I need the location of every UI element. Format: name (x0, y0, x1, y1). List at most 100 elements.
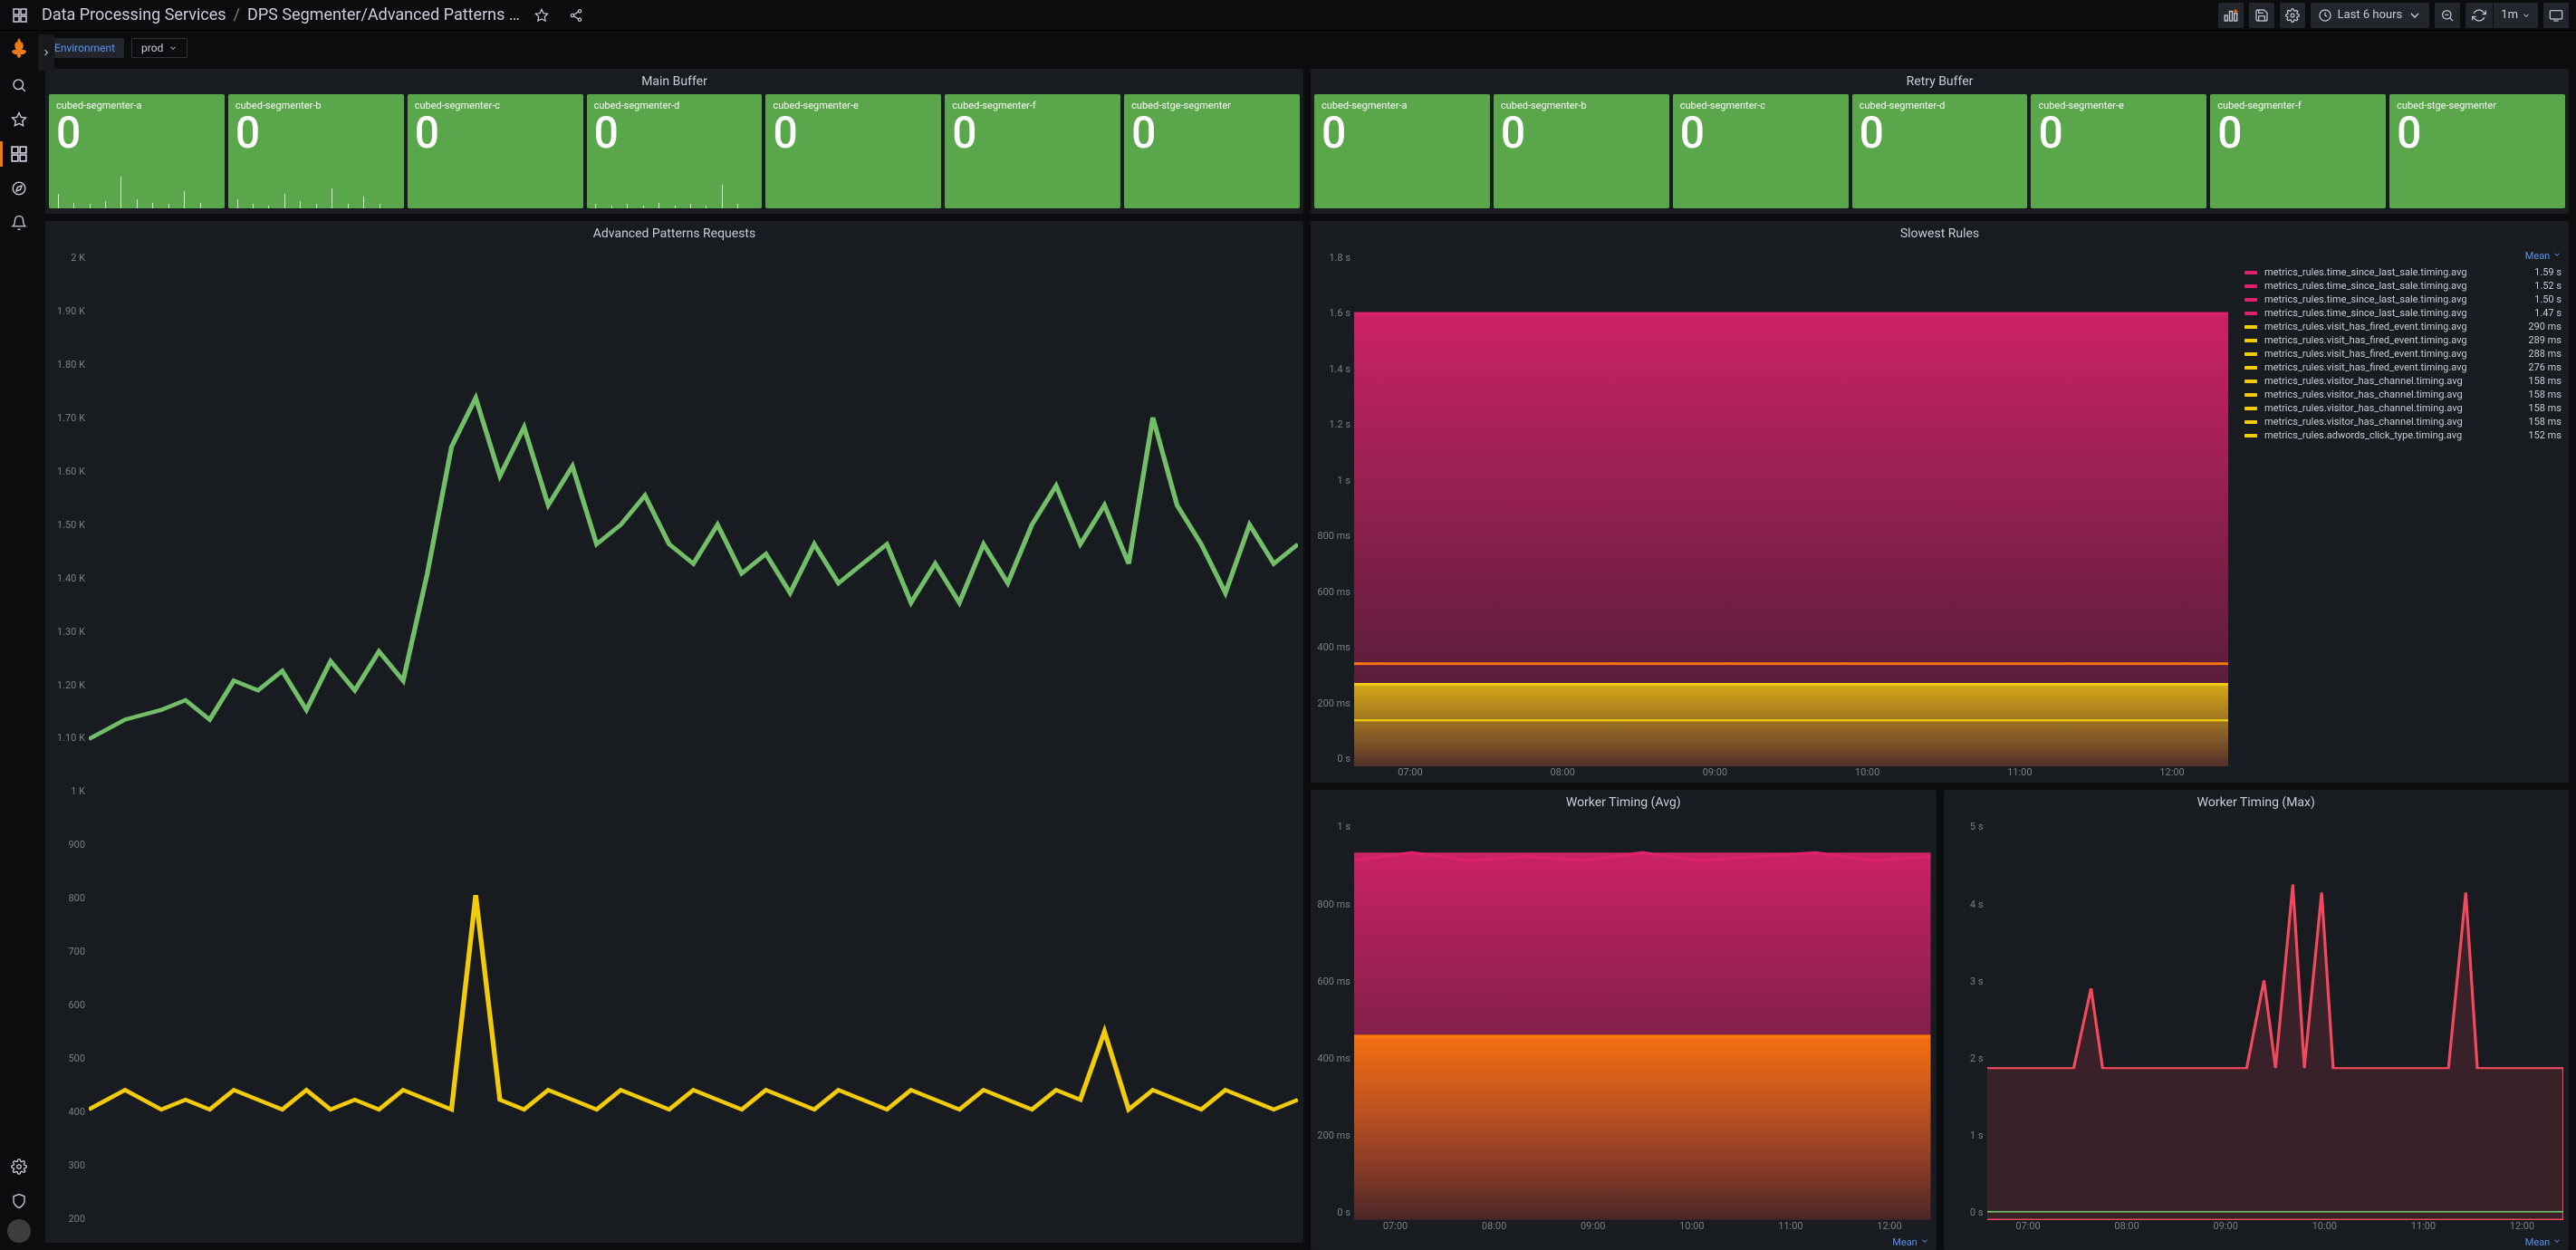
plot-area[interactable] (89, 252, 1298, 1243)
legend-row[interactable]: metrics_rules.visitor_has_channel.timing… (2244, 374, 2562, 388)
legend-swatch (2244, 380, 2257, 383)
legend-name: metrics_rules.visit_has_fired_event.timi… (2264, 348, 2521, 360)
y-axis: 1.8 s1.6 s1.4 s1.2 s1 s800 ms600 ms400 m… (1311, 246, 1354, 783)
nav-alerting-icon[interactable] (3, 207, 35, 239)
stat-tile[interactable]: cubed-segmenter-c0 (1673, 94, 1849, 208)
stat-tile[interactable]: cubed-segmenter-b0 (1494, 94, 1669, 208)
nav-explore-icon[interactable] (3, 172, 35, 205)
stat-tile[interactable]: cubed-segmenter-b0 (228, 94, 404, 208)
stat-value: 0 (235, 111, 397, 155)
user-avatar[interactable] (7, 1219, 31, 1243)
stat-tile[interactable]: cubed-stge-segmenter0 (2389, 94, 2565, 208)
settings-icon[interactable] (2280, 3, 2305, 28)
dashboards-icon[interactable] (7, 3, 33, 28)
grafana-logo-icon[interactable] (5, 34, 33, 62)
breadcrumb-separator: / (234, 5, 240, 24)
refresh-icon[interactable] (2465, 3, 2493, 28)
chevron-down-icon (168, 43, 178, 53)
tv-mode-icon[interactable] (2543, 3, 2569, 28)
legend-swatch (2244, 325, 2257, 329)
breadcrumb-folder[interactable]: Data Processing Services (42, 5, 226, 24)
legend-value: 289 ms (2528, 334, 2562, 346)
dashboard-content: Environment prod Main Buffer cubed-segme… (38, 31, 2576, 1250)
plot-area[interactable]: 07:0008:0009:0010:0011:0012:00 (1354, 252, 2228, 783)
stat-tile[interactable]: cubed-segmenter-e0 (765, 94, 941, 208)
stat-tile[interactable]: cubed-segmenter-c0 (408, 94, 583, 208)
legend-swatch (2244, 352, 2257, 356)
legend-row[interactable]: metrics_rules.visitor_has_channel.timing… (2244, 401, 2562, 415)
legend-row[interactable]: metrics_rules.time_since_last_sale.timin… (2244, 279, 2562, 293)
plot-area[interactable]: 07:0008:0009:0010:0011:0012:00 (1354, 821, 1931, 1236)
legend-header[interactable]: Mean (2244, 250, 2562, 265)
legend-swatch (2244, 339, 2257, 342)
stat-value: 0 (594, 111, 755, 155)
nav-config-icon[interactable] (3, 1150, 35, 1183)
legend-row[interactable]: metrics_rules.visitor_has_channel.timing… (2244, 388, 2562, 401)
chart-svg (1354, 252, 2228, 766)
stat-tile[interactable]: cubed-stge-segmenter0 (1124, 94, 1300, 208)
save-icon[interactable] (2249, 3, 2274, 28)
stat-value: 0 (2217, 111, 2379, 155)
panel-advanced-requests[interactable]: Advanced Patterns Requests 2 K1.90 K1.80… (45, 221, 1303, 1243)
nav-dashboards-icon[interactable] (3, 138, 35, 170)
legend-row[interactable]: metrics_rules.time_since_last_sale.timin… (2244, 306, 2562, 320)
share-icon[interactable] (563, 3, 589, 28)
nav-admin-icon[interactable] (3, 1185, 35, 1217)
legend-row[interactable]: metrics_rules.adwords_click_type.timing.… (2244, 428, 2562, 442)
stat-tile[interactable]: cubed-segmenter-a0 (49, 94, 225, 208)
stat-value: 0 (1131, 111, 1293, 155)
nav-search-icon[interactable] (3, 69, 35, 101)
stat-tile[interactable]: cubed-segmenter-a0 (1314, 94, 1490, 208)
x-axis: 07:0008:0009:0010:0011:0012:00 (1354, 766, 2228, 783)
chart-svg (89, 252, 1298, 1226)
legend-swatch (2244, 271, 2257, 274)
stat-tile[interactable]: cubed-segmenter-d0 (1852, 94, 2028, 208)
legend-row[interactable]: metrics_rules.time_since_last_sale.timin… (2244, 293, 2562, 306)
legend-footer[interactable]: Mean (1311, 1236, 1937, 1250)
panel-worker-avg[interactable]: Worker Timing (Avg) 1 s800 ms600 ms400 m… (1311, 790, 1937, 1250)
legend-row[interactable]: metrics_rules.visit_has_fired_event.timi… (2244, 320, 2562, 333)
panel-worker-max[interactable]: Worker Timing (Max) 5 s4 s3 s2 s1 s0 s (1944, 790, 2570, 1250)
legend-row[interactable]: metrics_rules.visit_has_fired_event.timi… (2244, 347, 2562, 361)
legend-swatch (2244, 434, 2257, 438)
panel-slowest-rules[interactable]: Slowest Rules 1.8 s1.6 s1.4 s1.2 s1 s800… (1311, 221, 2569, 783)
panel-title: Retry Buffer (1311, 69, 2569, 94)
stat-tile[interactable]: cubed-segmenter-d0 (587, 94, 763, 208)
expand-sidebar-icon[interactable] (38, 34, 54, 71)
panel-main-buffer[interactable]: Main Buffer cubed-segmenter-a0cubed-segm… (45, 69, 1303, 214)
add-panel-icon[interactable] (2218, 3, 2244, 28)
legend-name: metrics_rules.visitor_has_channel.timing… (2264, 375, 2521, 387)
variable-value-dropdown[interactable]: prod (131, 38, 187, 58)
plot-area[interactable]: 07:0008:0009:0010:0011:0012:00 (1987, 821, 2564, 1236)
panel-retry-buffer[interactable]: Retry Buffer cubed-segmenter-a0cubed-seg… (1311, 69, 2569, 214)
legend-value: 1.59 s (2534, 266, 2562, 278)
stat-value: 0 (1860, 111, 2021, 155)
refresh-interval[interactable]: 1m (2493, 3, 2538, 28)
legend-swatch (2244, 298, 2257, 302)
legend-value: 158 ms (2528, 375, 2562, 387)
time-range-picker[interactable]: Last 6 hours (2311, 3, 2430, 28)
legend-row[interactable]: metrics_rules.visitor_has_channel.timing… (2244, 415, 2562, 428)
panel-title: Slowest Rules (1311, 221, 2569, 246)
time-range-label: Last 6 hours (2338, 8, 2403, 22)
stat-tile[interactable]: cubed-segmenter-f0 (945, 94, 1120, 208)
legend-footer[interactable]: Mean (1944, 1236, 2570, 1250)
legend-name: metrics_rules.visitor_has_channel.timing… (2264, 416, 2521, 428)
star-icon[interactable] (529, 3, 554, 28)
chevron-down-icon (2552, 250, 2562, 259)
stat-tile[interactable]: cubed-segmenter-f0 (2210, 94, 2386, 208)
stat-value: 0 (773, 111, 934, 155)
legend-swatch (2244, 366, 2257, 370)
stat-tile[interactable]: cubed-segmenter-e0 (2031, 94, 2206, 208)
zoom-out-icon[interactable] (2435, 3, 2460, 28)
breadcrumb-dashboard[interactable]: DPS Segmenter/Advanced Patterns … (247, 5, 520, 24)
sidebar (0, 31, 38, 1250)
stat-value: 0 (2038, 111, 2199, 155)
topbar: Data Processing Services / DPS Segmenter… (0, 0, 2576, 31)
chevron-down-icon (2552, 1236, 2562, 1245)
nav-starred-icon[interactable] (3, 103, 35, 136)
legend-row[interactable]: metrics_rules.time_since_last_sale.timin… (2244, 265, 2562, 279)
legend-row[interactable]: metrics_rules.visit_has_fired_event.timi… (2244, 333, 2562, 347)
chevron-down-icon (1920, 1236, 1929, 1245)
legend-row[interactable]: metrics_rules.visit_has_fired_event.timi… (2244, 361, 2562, 374)
